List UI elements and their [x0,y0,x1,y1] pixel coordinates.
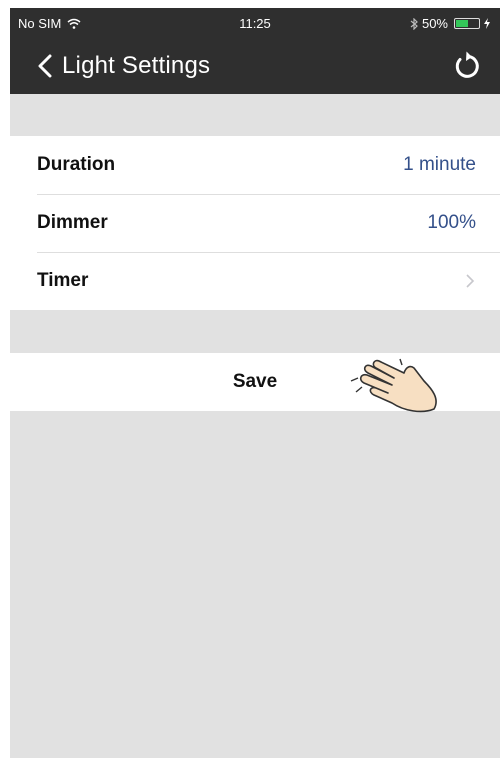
duration-row[interactable]: Duration 1 minute [10,136,500,194]
battery-fill [456,20,468,27]
save-label: Save [232,371,278,392]
chevron-right-icon [466,274,475,288]
section-spacer [10,94,500,136]
back-button[interactable]: Light Settings [38,52,210,80]
dimmer-label: Dimmer [37,212,108,233]
page-title: Light Settings [62,52,211,79]
refresh-icon[interactable] [450,50,482,82]
charging-icon [484,18,490,29]
duration-value: 1 minute [403,154,476,175]
battery-icon [454,18,480,29]
dimmer-row[interactable]: Dimmer 100% [10,194,500,252]
settings-content: Duration 1 minute Dimmer 100% Timer Save [10,94,500,413]
chevron-left-icon [38,54,52,78]
timer-row[interactable]: Timer [10,252,500,310]
status-bar: No SIM 11:25 50% [10,8,500,38]
status-right: 50% [410,16,490,31]
battery-percent: 50% [421,16,448,31]
section-spacer [10,310,500,353]
timer-label: Timer [37,270,89,291]
tap-hand-icon [350,358,437,413]
phone-screen: No SIM 11:25 50% Light Settings Duration… [10,8,500,758]
dimmer-value: 100% [427,212,476,233]
nav-bar: Light Settings [10,38,500,94]
duration-label: Duration [37,154,116,175]
bluetooth-icon [410,17,418,30]
settings-group: Duration 1 minute Dimmer 100% Timer [10,136,500,310]
save-button[interactable]: Save [10,353,500,413]
